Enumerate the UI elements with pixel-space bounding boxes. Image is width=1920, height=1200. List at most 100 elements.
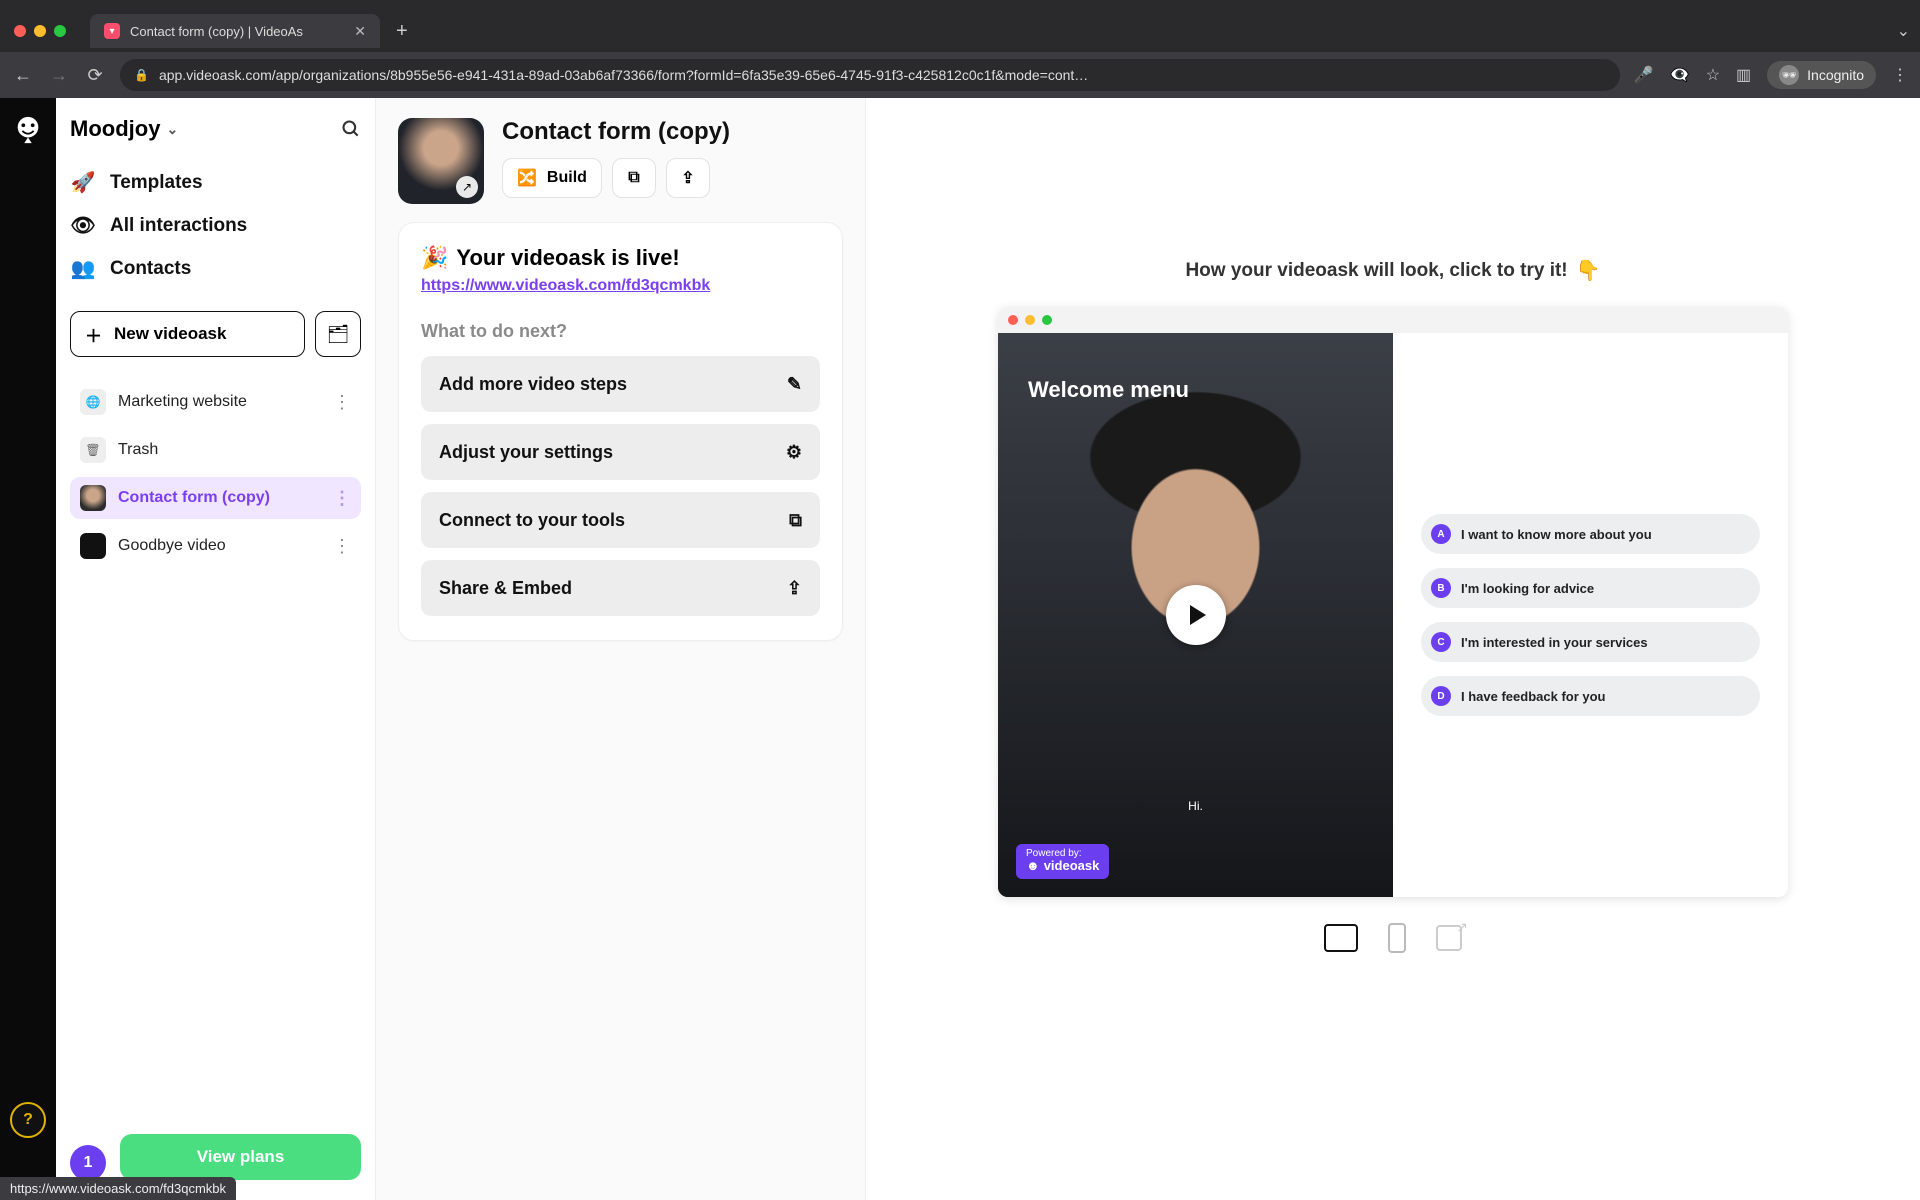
chevron-down-icon: ⌄ [166,121,178,138]
minimize-window-icon[interactable] [34,25,46,37]
option-letter: A [1431,524,1451,544]
more-icon[interactable]: ⋮ [333,536,351,557]
nav-contacts[interactable]: 👥 Contacts [70,256,361,281]
option-d[interactable]: D I have feedback for you [1421,676,1760,716]
action-label: Adjust your settings [439,442,613,463]
mic-icon[interactable]: 🎤 [1634,65,1654,85]
option-a[interactable]: A I want to know more about you [1421,514,1760,554]
new-videoask-button[interactable]: ＋ New videoask [70,311,305,357]
share-icon: ⇪ [787,578,802,599]
new-tab-button[interactable]: + [390,20,414,43]
list-item[interactable]: Contact form (copy) ⋮ [70,477,361,519]
nav-templates-label: Templates [110,172,203,194]
lock-icon: 🔒 [134,68,149,82]
preview-hint: How your videoask will look, click to tr… [1185,258,1600,283]
list-item[interactable]: 🗑 Trash [70,429,361,471]
close-window-icon[interactable] [14,25,26,37]
action-adjust-settings[interactable]: Adjust your settings ⚙ [421,424,820,480]
videoask-thumbnail[interactable]: ↗ [398,118,484,204]
maximize-icon [1042,315,1052,325]
videoask-list: 🌐 Marketing website ⋮ 🗑 Trash Contact fo… [70,381,361,567]
tab-strip: ▾ Contact form (copy) | VideoAs ✕ + ⌄ [0,10,1920,52]
video-title: Welcome menu [1028,377,1189,403]
address-bar[interactable]: 🔒 app.videoask.com/app/organizations/8b9… [120,59,1620,91]
more-icon[interactable]: ⋮ [333,488,351,509]
reload-button[interactable]: ⟳ [84,65,106,86]
preview-video[interactable]: Welcome menu Hi. Powered by: ☻videoask [998,333,1393,897]
action-share-embed[interactable]: Share & Embed ⇪ [421,560,820,616]
option-label: I'm looking for advice [1461,581,1594,596]
incognito-badge[interactable]: 🕶 Incognito [1767,61,1876,89]
nav-interactions-label: All interactions [110,215,247,237]
detail-column: ↗ Contact form (copy) 🔀 Build ⧉ ⇪ [376,98,866,1200]
preview-window[interactable]: Welcome menu Hi. Powered by: ☻videoask A… [998,307,1788,897]
action-connect-tools[interactable]: Connect to your tools ⧉ [421,492,820,548]
close-icon [1008,315,1018,325]
new-videoask-label: New videoask [114,324,226,344]
new-folder-button[interactable]: 🗂 [315,311,361,357]
tab-close-icon[interactable]: ✕ [354,23,366,40]
live-heading: 🎉 Your videoask is live! [421,245,820,271]
tabs-overflow-icon[interactable]: ⌄ [1897,21,1910,41]
browser-tab[interactable]: ▾ Contact form (copy) | VideoAs ✕ [90,14,380,48]
videoask-logo-icon[interactable] [13,114,43,144]
video-thumb-icon [80,485,106,511]
left-rail [0,98,56,1200]
extensions-icon[interactable]: ▥ [1736,65,1751,85]
option-letter: D [1431,686,1451,706]
workspace-switcher[interactable]: Moodjoy ⌄ [70,116,178,142]
action-label: Share & Embed [439,578,572,599]
preview-hint-text: How your videoask will look, click to tr… [1185,260,1567,282]
option-label: I'm interested in your services [1461,635,1648,650]
list-item[interactable]: 🌐 Marketing website ⋮ [70,381,361,423]
preview-column: How your videoask will look, click to tr… [866,98,1920,1200]
party-icon: 🎉 [421,245,448,271]
connect-icon: ⧉ [789,510,802,531]
nav-interactions[interactable]: 👁 All interactions [70,213,361,238]
page-title: Contact form (copy) [502,118,730,146]
more-icon[interactable]: ⋮ [333,392,351,413]
help-button[interactable]: ? [10,1102,46,1138]
window-traffic-lights [14,25,66,37]
desktop-view-button[interactable] [1324,924,1358,952]
incognito-icon: 🕶 [1779,65,1799,85]
list-item-label: Contact form (copy) [118,489,270,507]
live-heading-text: Your videoask is live! [456,245,679,271]
point-down-icon: 👇 [1576,258,1601,283]
status-url: https://www.videoask.com/fd3qcmkbk [10,1181,226,1196]
build-label: Build [547,169,587,187]
folder-plus-icon: 🗂 [327,324,350,345]
list-item-label: Marketing website [118,393,247,411]
gear-icon: ⚙ [786,442,802,463]
notification-badge[interactable]: 1 [70,1145,106,1181]
back-button[interactable]: ← [12,65,34,86]
browser-menu-icon[interactable]: ⋮ [1892,65,1908,85]
url-text: app.videoask.com/app/organizations/8b955… [159,67,1088,83]
view-plans-label: View plans [197,1147,285,1167]
option-letter: C [1431,632,1451,652]
nav-templates[interactable]: 🚀 Templates [70,170,361,195]
connect-icon: ⧉ [628,169,639,187]
list-item[interactable]: Goodbye video ⋮ [70,525,361,567]
option-b[interactable]: B I'm looking for advice [1421,568,1760,608]
play-button[interactable] [1166,585,1226,645]
view-plans-button[interactable]: View plans [120,1134,361,1180]
expand-icon: ↗ [456,176,478,198]
search-button[interactable] [341,119,361,139]
maximize-window-icon[interactable] [54,25,66,37]
action-add-steps[interactable]: Add more video steps ✎ [421,356,820,412]
eye-off-icon[interactable]: 👁️‍🗨️ [1670,65,1690,85]
live-link[interactable]: https://www.videoask.com/fd3qcmkbk [421,277,710,295]
rocket-icon: 🚀 [70,170,96,195]
option-c[interactable]: C I'm interested in your services [1421,622,1760,662]
powered-badge[interactable]: Powered by: ☻videoask [1016,844,1109,879]
build-button[interactable]: 🔀 Build [502,158,602,198]
share-button[interactable]: ⇪ [666,158,710,198]
device-switcher [1324,923,1462,953]
mobile-view-button[interactable] [1388,923,1406,953]
bookmark-star-icon[interactable]: ☆ [1706,65,1720,85]
connect-button[interactable]: ⧉ [612,158,656,198]
open-external-button[interactable] [1436,925,1462,951]
powered-brand: videoask [1044,859,1100,873]
list-item-label: Trash [118,441,158,459]
